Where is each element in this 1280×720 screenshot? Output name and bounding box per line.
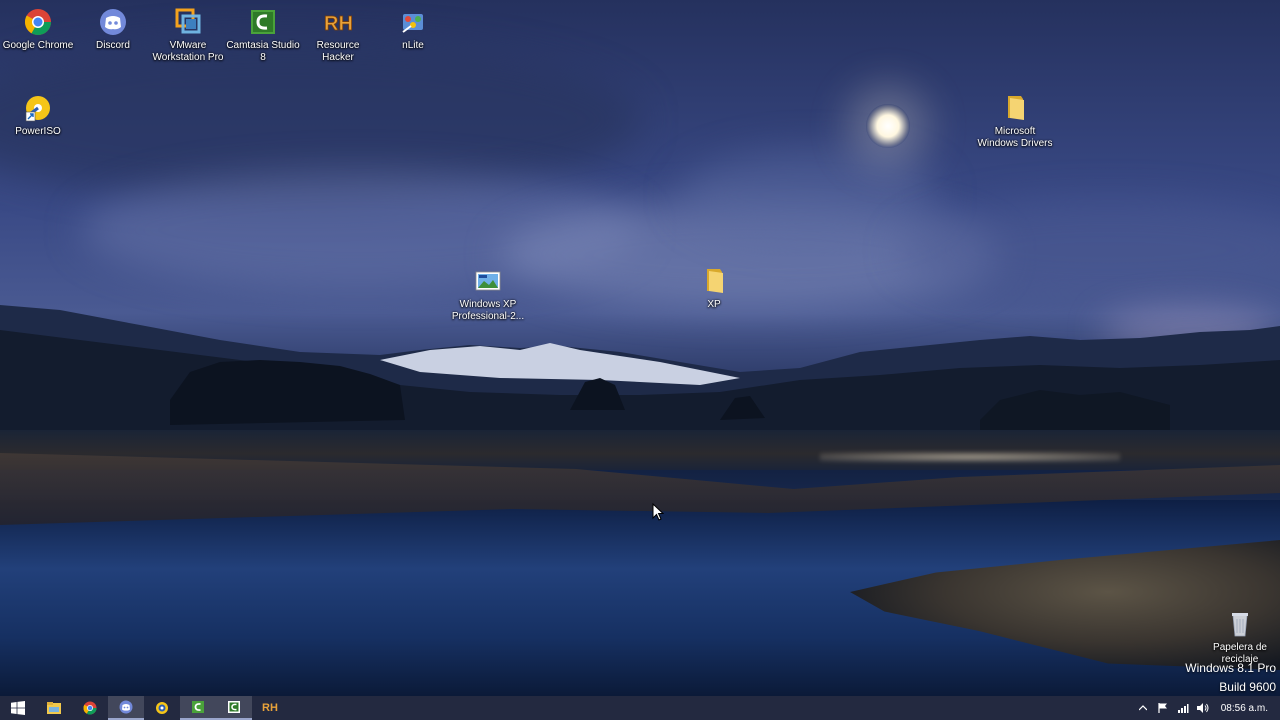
resource-hacker-icon: RH xyxy=(322,6,354,38)
action-center-button[interactable] xyxy=(1153,696,1173,720)
resource-hacker-icon: RH xyxy=(262,702,278,714)
poweriso-icon xyxy=(22,92,54,124)
nlite-icon xyxy=(397,6,429,38)
svg-text:RH: RH xyxy=(324,13,353,35)
speaker-icon xyxy=(1196,703,1209,713)
folder-icon xyxy=(999,92,1031,124)
desktop-icon-resource-hacker[interactable]: RH Resource Hacker xyxy=(300,6,376,64)
poweriso-icon xyxy=(156,702,168,714)
chrome-icon xyxy=(22,6,54,38)
taskbar-camtasia[interactable] xyxy=(180,696,216,720)
show-hidden-icons-button[interactable] xyxy=(1133,696,1153,720)
recycle-bin-icon xyxy=(1224,608,1256,640)
taskbar-chrome[interactable] xyxy=(72,696,108,720)
desktop-icon-vmware[interactable]: VMware Workstation Pro xyxy=(150,6,226,64)
mouse-cursor-icon xyxy=(652,503,664,521)
desktop-icon-nlite[interactable]: nLite xyxy=(375,6,451,52)
flag-icon xyxy=(1158,703,1167,713)
desktop-icon-google-chrome[interactable]: Google Chrome xyxy=(0,6,76,52)
file-explorer-icon xyxy=(47,702,61,714)
taskbar: RH 08:56 a.m. xyxy=(0,696,1280,720)
start-button[interactable] xyxy=(0,696,36,720)
image-file-icon xyxy=(472,265,504,297)
desktop-icon-xp-folder[interactable]: XP xyxy=(676,265,752,311)
taskbar-resource-hacker[interactable]: RH xyxy=(252,696,288,720)
vmware-icon xyxy=(172,6,204,38)
icon-label: nLite xyxy=(402,40,424,51)
desktop-icon-poweriso[interactable]: PowerISO xyxy=(0,92,76,138)
icon-label: Google Chrome xyxy=(2,40,74,51)
icon-label: XP xyxy=(707,299,721,310)
icon-label: VMware Workstation Pro xyxy=(152,40,224,63)
icon-label: Windows XP Professional-2... xyxy=(451,299,525,322)
icon-label: Microsoft Windows Drivers xyxy=(977,126,1053,149)
chevron-up-icon xyxy=(1138,705,1147,711)
desktop-icon-recycle-bin[interactable]: Papelera de reciclaje xyxy=(1202,608,1278,666)
desktop-icon-microsoft-windows-drivers[interactable]: Microsoft Windows Drivers xyxy=(977,92,1053,150)
camtasia-icon xyxy=(247,6,279,38)
desktop-icon-discord[interactable]: Discord xyxy=(75,6,151,52)
system-tray: 08:56 a.m. xyxy=(1133,696,1280,720)
icon-label: Resource Hacker xyxy=(316,40,360,63)
camtasia-icon xyxy=(192,701,204,713)
icon-label: PowerISO xyxy=(15,126,61,137)
network-button[interactable] xyxy=(1173,696,1193,720)
start-icon xyxy=(11,701,25,715)
folder-icon xyxy=(698,265,730,297)
desktop-icon-camtasia[interactable]: Camtasia Studio 8 xyxy=(225,6,301,64)
desktop[interactable]: Google Chrome Discord VMware Workstation… xyxy=(0,0,1280,696)
taskbar-poweriso[interactable] xyxy=(144,696,180,720)
wallpaper-water-reflection xyxy=(820,452,1120,462)
icon-label: Camtasia Studio 8 xyxy=(226,40,300,63)
taskbar-camtasia-recorder[interactable] xyxy=(216,696,252,720)
icon-label: Discord xyxy=(96,40,130,51)
volume-button[interactable] xyxy=(1193,696,1213,720)
network-signal-icon xyxy=(1177,704,1189,713)
discord-icon xyxy=(119,700,133,714)
taskbar-discord[interactable] xyxy=(108,696,144,720)
desktop-icon-windows-xp-professional[interactable]: Windows XP Professional-2... xyxy=(450,265,526,323)
windows-version-watermark: Windows 8.1 Pro xyxy=(1185,661,1276,675)
taskbar-file-explorer[interactable] xyxy=(36,696,72,720)
taskbar-clock[interactable]: 08:56 a.m. xyxy=(1213,703,1280,714)
camtasia-recorder-icon xyxy=(228,701,240,713)
chrome-icon xyxy=(83,701,97,715)
windows-build-watermark: Build 9600 xyxy=(1219,680,1276,694)
discord-icon xyxy=(97,6,129,38)
